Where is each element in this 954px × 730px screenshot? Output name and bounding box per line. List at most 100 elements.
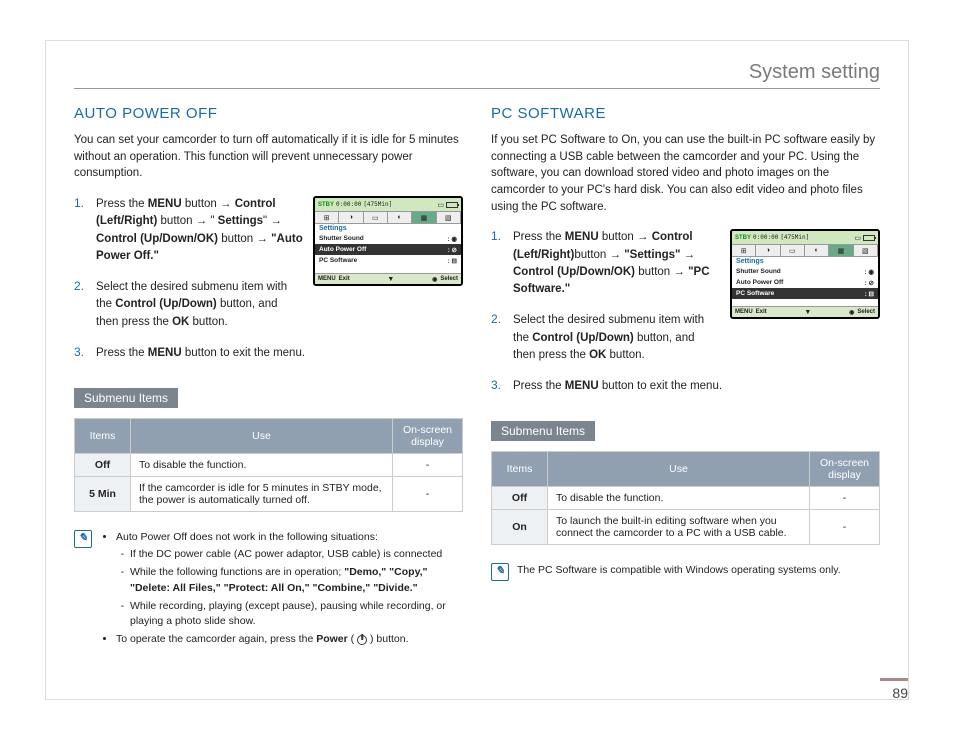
note-icon: ✎: [491, 563, 509, 581]
battery-icon: [863, 235, 875, 241]
steps-area: STBY 0:00:00 [475Min] ▭ ⊞ ◑ ▭ ◐ ▦ ▧ Sett…: [74, 196, 463, 376]
submenu-heading: Submenu Items: [74, 388, 178, 408]
stby-label: STBY: [735, 235, 751, 241]
menu-item: Shutter Sound: ◉: [732, 266, 878, 277]
note-block: ✎ Auto Power Off does not work in the fo…: [74, 530, 463, 651]
menu-item: Auto Power Off: ⊘: [732, 277, 878, 288]
battery-icon: [446, 202, 458, 208]
power-icon: [357, 635, 367, 645]
card-icon: ▭: [437, 201, 444, 209]
section-title-pc-software: PC SOFTWARE: [491, 105, 880, 122]
rec-time: 0:00:00: [336, 201, 361, 208]
tab-icon: ◑: [756, 245, 780, 256]
page: System setting AUTO POWER OFF You can se…: [45, 40, 909, 700]
table-row: On To launch the built-in editing softwa…: [492, 510, 880, 545]
step-number: 3.: [74, 345, 96, 359]
step-2: 2. Select the desired submenu item with …: [491, 312, 720, 364]
camcorder-menu-screenshot: STBY 0:00:00 [475Min] ▭ ⊞ ◑ ▭ ◐ ▦ ▧ Sett…: [730, 229, 880, 319]
step-2: 2. Select the desired submenu item with …: [74, 279, 303, 331]
left-column: AUTO POWER OFF You can set your camcorde…: [74, 105, 463, 651]
step-number: 2.: [491, 312, 513, 326]
stby-label: STBY: [318, 202, 334, 208]
note-body: The PC Software is compatible with Windo…: [517, 563, 841, 581]
table-row: Off To disable the function. -: [75, 454, 463, 477]
page-number-bar: [880, 678, 908, 681]
note-icon: ✎: [74, 530, 92, 548]
settings-label: Settings: [732, 257, 878, 266]
note-text: The PC Software is compatible with Windo…: [517, 564, 841, 576]
col-items: Items: [492, 452, 548, 487]
step-3: 3. Press the MENU button to exit the men…: [491, 378, 880, 395]
tab-icon: ▦: [412, 212, 436, 223]
step-text: Select the desired submenu item with the…: [96, 279, 303, 331]
step-number: 2.: [74, 279, 96, 293]
col-use: Use: [131, 419, 393, 454]
menu-item: PC Software: ⊟: [315, 255, 461, 266]
step-text: Select the desired submenu item with the…: [513, 312, 720, 364]
step-number: 1.: [74, 196, 96, 210]
step-number: 3.: [491, 378, 513, 392]
tab-icon: ◐: [388, 212, 412, 223]
step-text: Press the MENU button → Control (Left/Ri…: [96, 196, 303, 265]
settings-label: Settings: [315, 224, 461, 233]
tab-icon: ◑: [339, 212, 363, 223]
remain-time: [475Min]: [363, 201, 392, 208]
note-bullet: To operate the camcorder again, press th…: [116, 632, 463, 647]
table-row: Off To disable the function. -: [492, 487, 880, 510]
note-sub: While recording, playing (except pause),…: [130, 599, 463, 629]
note-block: ✎ The PC Software is compatible with Win…: [491, 563, 880, 581]
remain-time: [475Min]: [780, 234, 809, 241]
select-label: Select: [857, 309, 875, 315]
menu-label: MENU: [735, 309, 753, 315]
tab-icon: ⊞: [732, 245, 756, 256]
header-title: System setting: [749, 61, 880, 83]
col-osd: On-screen display: [393, 419, 463, 454]
tab-icon: ⊞: [315, 212, 339, 223]
page-header: System setting: [74, 61, 880, 89]
down-arrow-icon: ▼: [387, 276, 394, 283]
submenu-table: Items Use On-screen display Off To disab…: [74, 418, 463, 512]
tab-icon: ◐: [805, 245, 829, 256]
step-3: 3. Press the MENU button to exit the men…: [74, 345, 463, 362]
camcorder-menu-screenshot: STBY 0:00:00 [475Min] ▭ ⊞ ◑ ▭ ◐ ▦ ▧ Sett…: [313, 196, 463, 286]
tab-icon: ▦: [829, 245, 853, 256]
intro-text: If you set PC Software to On, you can us…: [491, 132, 880, 215]
submenu-heading: Submenu Items: [491, 421, 595, 441]
tab-icon: ▧: [854, 245, 878, 256]
step-text: Press the MENU button → Control (Left/Ri…: [513, 229, 720, 298]
col-use: Use: [548, 452, 810, 487]
step-text: Press the MENU button to exit the menu.: [96, 345, 463, 362]
menu-item: Shutter Sound: ◉: [315, 233, 461, 244]
select-dot-icon: ◉: [849, 309, 854, 316]
step-text: Press the MENU button to exit the menu.: [513, 378, 880, 395]
table-row: 5 Min If the camcorder is idle for 5 min…: [75, 477, 463, 512]
col-items: Items: [75, 419, 131, 454]
col-osd: On-screen display: [810, 452, 880, 487]
down-arrow-icon: ▼: [804, 309, 811, 316]
section-title-auto-power-off: AUTO POWER OFF: [74, 105, 463, 122]
note-sub: If the DC power cable (AC power adaptor,…: [130, 547, 463, 562]
tab-icon: ▭: [364, 212, 388, 223]
select-dot-icon: ◉: [432, 276, 437, 283]
note-sub: While the following functions are in ope…: [130, 565, 463, 595]
step-1: 1. Press the MENU button → Control (Left…: [491, 229, 720, 298]
note-bullet: Auto Power Off does not work in the foll…: [116, 530, 463, 629]
note-body: Auto Power Off does not work in the foll…: [100, 530, 463, 651]
card-icon: ▭: [854, 234, 861, 242]
menu-label: MENU: [318, 276, 336, 282]
intro-text: You can set your camcorder to turn off a…: [74, 132, 463, 182]
step-1: 1. Press the MENU button → Control (Left…: [74, 196, 303, 265]
menu-item-selected: PC Software: ⊟: [732, 288, 878, 299]
two-column-layout: AUTO POWER OFF You can set your camcorde…: [74, 105, 880, 651]
tab-icon: ▭: [781, 245, 805, 256]
step-number: 1.: [491, 229, 513, 243]
exit-label: Exit: [339, 276, 350, 282]
rec-time: 0:00:00: [753, 234, 778, 241]
exit-label: Exit: [756, 309, 767, 315]
submenu-table: Items Use On-screen display Off To disab…: [491, 451, 880, 545]
select-label: Select: [440, 276, 458, 282]
menu-item-selected: Auto Power Off: ⊘: [315, 244, 461, 255]
steps-area: STBY 0:00:00 [475Min] ▭ ⊞ ◑ ▭ ◐ ▦ ▧ Sett…: [491, 229, 880, 409]
tab-icon: ▧: [437, 212, 461, 223]
right-column: PC SOFTWARE If you set PC Software to On…: [491, 105, 880, 651]
